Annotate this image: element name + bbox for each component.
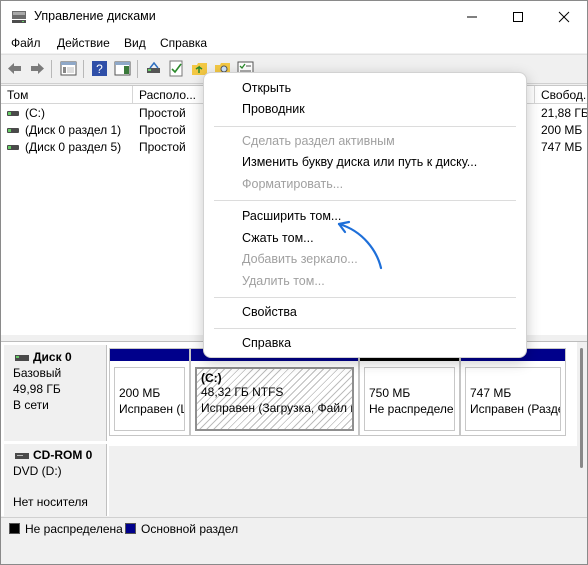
status-bar bbox=[1, 542, 587, 564]
menu-item-mark-active: Сделать раздел активным bbox=[242, 134, 395, 148]
partition-status: Исправен (L bbox=[119, 402, 185, 416]
menu-item-format: Форматировать... bbox=[242, 177, 344, 191]
volume-icon bbox=[7, 145, 19, 150]
connect-disk-icon[interactable] bbox=[145, 60, 162, 77]
volume-layout: Простой bbox=[139, 106, 186, 120]
disk-icon bbox=[15, 355, 29, 361]
cdrom-0-label[interactable]: CD-ROM 0 DVD (D:) Нет носителя bbox=[4, 444, 107, 516]
partition-size: 200 МБ bbox=[119, 386, 161, 400]
volume-layout: Простой bbox=[139, 123, 186, 137]
menu-file[interactable]: Файл bbox=[11, 36, 41, 50]
cdrom-media-area[interactable] bbox=[109, 446, 577, 516]
disk-type: Базовый bbox=[13, 366, 62, 380]
legend-swatch-unallocated bbox=[9, 523, 20, 534]
cdrom-name: CD-ROM 0 bbox=[33, 448, 93, 462]
menu-action[interactable]: Действие bbox=[57, 36, 110, 50]
partition-status: Исправен (Разде bbox=[470, 402, 561, 416]
partition-size: 48,32 ГБ NTFS bbox=[201, 385, 284, 399]
partition-status: Не распределен bbox=[369, 402, 455, 416]
legend-label-unallocated: Не распределена bbox=[25, 522, 123, 536]
legend-label-primary: Основной раздел bbox=[141, 522, 239, 536]
toolbar-separator bbox=[51, 60, 52, 78]
menu-item-properties[interactable]: Свойства bbox=[242, 305, 297, 319]
checklist-icon[interactable] bbox=[168, 60, 185, 77]
close-button[interactable] bbox=[541, 1, 587, 33]
partition-status: Исправен (Загрузка, Файл п bbox=[201, 401, 354, 415]
menu-separator bbox=[214, 200, 516, 201]
menu-separator bbox=[214, 126, 516, 127]
legend: Не распределена Основной раздел bbox=[1, 517, 587, 542]
menu-help[interactable]: Справка bbox=[160, 36, 207, 50]
disk-map-scrollbar[interactable] bbox=[577, 342, 587, 516]
volume-name: (Диск 0 раздел 1) bbox=[25, 123, 122, 137]
toolbar-separator bbox=[137, 60, 138, 78]
cdrom-icon bbox=[15, 453, 29, 459]
volume-name: (Диск 0 раздел 5) bbox=[25, 140, 122, 154]
maximize-button[interactable] bbox=[495, 1, 541, 33]
menu-item-open[interactable]: Открыть bbox=[242, 81, 291, 95]
column-header-free[interactable]: Свобод... bbox=[535, 86, 587, 104]
partition-body: 200 МБ Исправен (L bbox=[114, 367, 185, 431]
window-title: Управление дисками bbox=[34, 9, 156, 23]
close-icon bbox=[558, 11, 570, 23]
partition-bar bbox=[110, 349, 189, 361]
partition-unallocated[interactable]: 750 МБ Не распределен bbox=[359, 348, 460, 436]
svg-text:?: ? bbox=[96, 62, 103, 76]
partition-size: 747 МБ bbox=[470, 386, 512, 400]
disk-map: Диск 0 Базовый 49,98 ГБ В сети 200 МБ Ис… bbox=[1, 342, 577, 516]
menu-separator bbox=[214, 297, 516, 298]
menu-item-delete-volume: Удалить том... bbox=[242, 274, 325, 288]
menu-item-change-drive-letter[interactable]: Изменить букву диска или путь к диску... bbox=[242, 155, 477, 169]
back-arrow-icon[interactable] bbox=[6, 60, 23, 77]
column-header-layout[interactable]: Располо... bbox=[133, 86, 205, 104]
menu-view[interactable]: Вид bbox=[124, 36, 146, 50]
partition-body: (C:) 48,32 ГБ NTFS Исправен (Загрузка, Ф… bbox=[195, 367, 354, 431]
volume-free: 200 МБ bbox=[541, 123, 583, 137]
cdrom-drive: DVD (D:) bbox=[13, 464, 62, 478]
cdrom-status: Нет носителя bbox=[13, 495, 88, 509]
volume-icon bbox=[7, 128, 19, 133]
disk-0-label[interactable]: Диск 0 Базовый 49,98 ГБ В сети bbox=[4, 345, 107, 441]
help-icon[interactable]: ? bbox=[91, 60, 108, 77]
menu-item-extend-volume[interactable]: Расширить том... bbox=[242, 209, 341, 223]
title-bar[interactable]: Управление дисками bbox=[1, 1, 587, 33]
partition-body: 747 МБ Исправен (Разде bbox=[465, 367, 561, 431]
volume-name: (C:) bbox=[25, 106, 45, 120]
minimize-icon bbox=[467, 16, 477, 18]
partition-size: 750 МБ bbox=[369, 386, 411, 400]
console-tree-icon[interactable] bbox=[60, 60, 77, 77]
volume-free: 21,88 ГБ bbox=[541, 106, 588, 120]
menu-separator bbox=[214, 328, 516, 329]
disk-size: 49,98 ГБ bbox=[13, 382, 61, 396]
toolbar-separator bbox=[83, 60, 84, 78]
menu-item-shrink-volume[interactable]: Сжать том... bbox=[242, 231, 314, 245]
column-header-volume[interactable]: Том bbox=[1, 86, 133, 104]
partition-c[interactable]: (C:) 48,32 ГБ NTFS Исправен (Загрузка, Ф… bbox=[190, 348, 359, 436]
partition-body: 750 МБ Не распределен bbox=[364, 367, 455, 431]
partition-title: (C:) bbox=[201, 371, 222, 385]
menu-item-help[interactable]: Справка bbox=[242, 336, 291, 350]
menu-bar: Файл Действие Вид Справка bbox=[1, 33, 587, 53]
scrollbar-thumb[interactable] bbox=[580, 348, 583, 468]
annotation-arrow-icon bbox=[337, 220, 383, 270]
legend-swatch-primary bbox=[125, 523, 136, 534]
volume-free: 747 МБ bbox=[541, 140, 583, 154]
disk-management-app-icon bbox=[12, 11, 26, 23]
disk-management-window: Управление дисками Файл Действие Вид Спр… bbox=[0, 0, 588, 565]
volume-icon bbox=[7, 111, 19, 116]
disk-name: Диск 0 bbox=[33, 350, 72, 364]
minimize-button[interactable] bbox=[449, 1, 495, 33]
menu-item-explorer[interactable]: Проводник bbox=[242, 102, 305, 116]
disk-status: В сети bbox=[13, 398, 49, 412]
forward-arrow-icon[interactable] bbox=[29, 60, 46, 77]
maximize-icon bbox=[513, 12, 523, 22]
show-hide-action-pane-icon[interactable] bbox=[114, 60, 131, 77]
volume-layout: Простой bbox=[139, 140, 186, 154]
partition-efi[interactable]: 200 МБ Исправен (L bbox=[109, 348, 190, 436]
partition-recovery[interactable]: 747 МБ Исправен (Разде bbox=[460, 348, 566, 436]
